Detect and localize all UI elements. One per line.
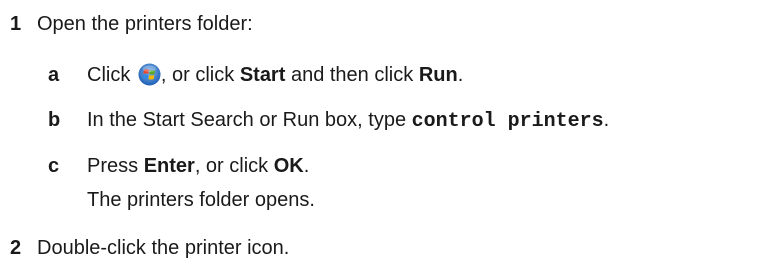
enter-keyword: Enter	[143, 155, 195, 177]
start-keyword: Start	[239, 64, 286, 86]
and-then-click-text: and then click	[290, 64, 414, 86]
substep-letter: b	[48, 109, 61, 131]
or-click-text: , or click	[160, 64, 235, 86]
period: .	[603, 109, 610, 131]
substep-text: In the Start Search or Run box, type con…	[87, 108, 609, 134]
command-text: control printers	[411, 110, 604, 133]
or-click-text: , or click	[194, 155, 269, 177]
run-keyword: Run	[418, 64, 458, 86]
period: .	[457, 64, 464, 86]
substep-text: Press Enter, or click OK.	[87, 154, 309, 178]
step-number: 1	[10, 13, 22, 35]
step-text: Open the printers folder:	[37, 13, 253, 35]
instruction-text: In the Start Search or Run box, type	[87, 109, 407, 131]
press-text: Press	[87, 155, 139, 177]
substep-letter: a	[48, 64, 60, 86]
click-text: Click	[87, 64, 131, 86]
substep-text: Click , or click Start and then click Ru…	[87, 63, 463, 87]
result-text: The printers folder opens.	[87, 189, 315, 211]
period: .	[303, 155, 310, 177]
windows-start-orb-icon	[138, 63, 161, 86]
ok-keyword: OK	[273, 155, 304, 177]
substep-letter: c	[48, 155, 60, 177]
step-number: 2	[10, 237, 22, 259]
step-text: Double-click the printer icon.	[37, 237, 290, 259]
